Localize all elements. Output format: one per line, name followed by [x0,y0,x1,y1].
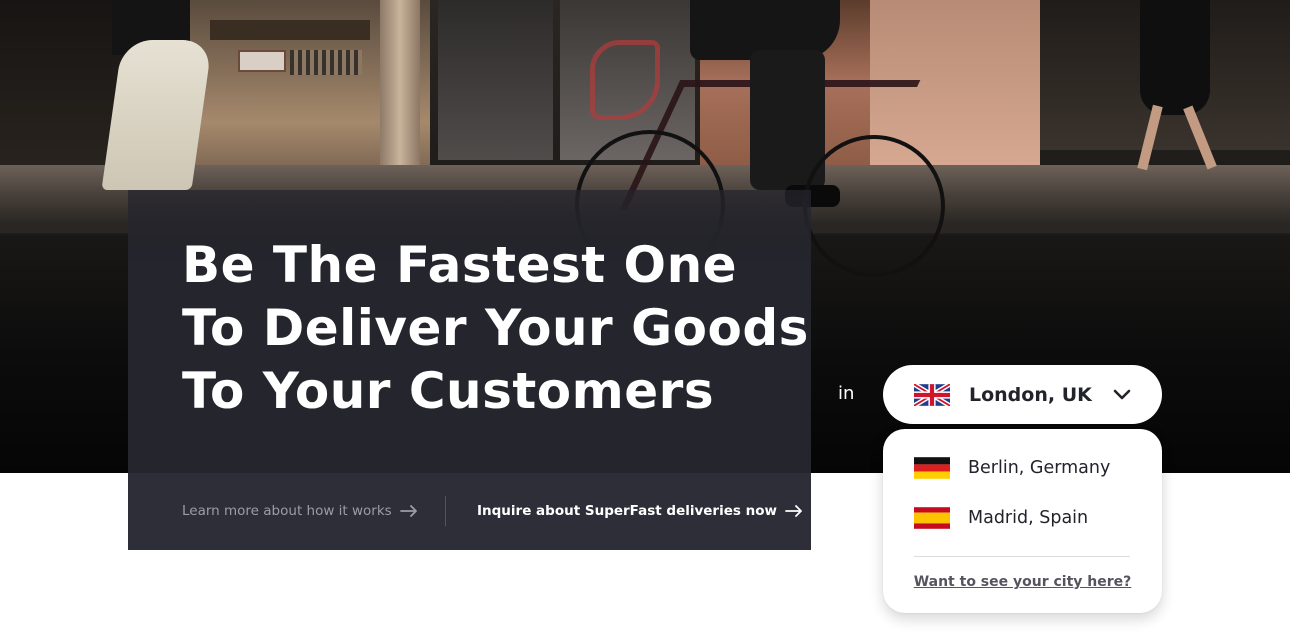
city-select-button[interactable]: London, UK [883,365,1162,424]
learn-more-link[interactable]: Learn more about how it works [182,500,418,522]
city-option-label: Madrid, Spain [968,508,1089,528]
city-dropdown-menu: Berlin, Germany Madrid, Spain Want to se… [883,429,1162,613]
request-city-link[interactable]: Want to see your city here? [883,574,1162,590]
hero-headline: Be The Fastest One To Deliver Your Goods… [182,234,809,423]
headline-line-3: To Your Customers [182,362,715,420]
inquire-label: Inquire about SuperFast deliveries now [477,503,777,519]
city-option-berlin[interactable]: Berlin, Germany [914,453,1144,483]
city-option-label: Berlin, Germany [968,458,1111,478]
germany-flag-icon [914,457,950,479]
selected-city-label: London, UK [969,383,1092,406]
arrow-right-icon [785,505,803,517]
headline-line-1: Be The Fastest One [182,236,738,294]
arrow-right-icon [399,505,418,517]
spain-flag-icon [914,507,950,529]
city-option-madrid[interactable]: Madrid, Spain [914,503,1144,533]
headline-line-2: To Deliver Your Goods [182,299,809,357]
page: Be The Fastest One To Deliver Your Goods… [0,0,1290,640]
uk-flag-icon [914,383,950,406]
dropdown-divider [914,556,1130,557]
learn-more-label: Learn more about how it works [182,503,392,519]
city-prefix-label: in [838,383,855,404]
inquire-link[interactable]: Inquire about SuperFast deliveries now [477,500,803,522]
chevron-down-icon [1112,386,1132,405]
links-divider [445,496,446,526]
